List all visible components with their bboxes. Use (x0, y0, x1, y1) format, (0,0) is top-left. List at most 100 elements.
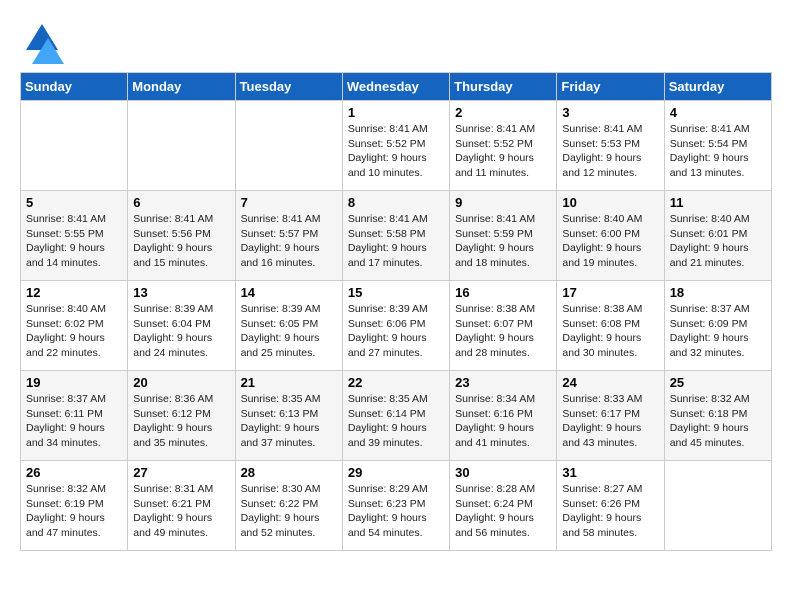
day-info: Sunrise: 8:41 AM Sunset: 5:57 PM Dayligh… (241, 212, 337, 271)
day-info: Sunrise: 8:40 AM Sunset: 6:01 PM Dayligh… (670, 212, 766, 271)
day-info: Sunrise: 8:41 AM Sunset: 5:52 PM Dayligh… (455, 122, 551, 181)
day-info: Sunrise: 8:41 AM Sunset: 5:59 PM Dayligh… (455, 212, 551, 271)
calendar-day-22: 22 Sunrise: 8:35 AM Sunset: 6:14 PM Dayli… (342, 371, 449, 461)
day-number: 20 (133, 375, 229, 390)
day-number: 7 (241, 195, 337, 210)
day-number: 15 (348, 285, 444, 300)
calendar-day-1: 1 Sunrise: 8:41 AM Sunset: 5:52 PM Daylig… (342, 101, 449, 191)
day-number: 26 (26, 465, 122, 480)
calendar-day-5: 5 Sunrise: 8:41 AM Sunset: 5:55 PM Daylig… (21, 191, 128, 281)
calendar-week-row: 12 Sunrise: 8:40 AM Sunset: 6:02 PM Dayli… (21, 281, 772, 371)
day-info: Sunrise: 8:38 AM Sunset: 6:07 PM Dayligh… (455, 302, 551, 361)
day-info: Sunrise: 8:40 AM Sunset: 6:02 PM Dayligh… (26, 302, 122, 361)
calendar-day-29: 29Sunrise: 8:29 AM Sunset: 6:23 PM Dayli… (342, 461, 449, 551)
day-number: 8 (348, 195, 444, 210)
calendar-day-16: 16 Sunrise: 8:38 AM Sunset: 6:07 PM Dayli… (450, 281, 557, 371)
day-info: Sunrise: 8:30 AM Sunset: 6:22 PM Dayligh… (241, 482, 337, 541)
day-number: 3 (562, 105, 658, 120)
day-info: Sunrise: 8:35 AM Sunset: 6:14 PM Dayligh… (348, 392, 444, 451)
calendar-day-9: 9 Sunrise: 8:41 AM Sunset: 5:59 PM Daylig… (450, 191, 557, 281)
day-number: 18 (670, 285, 766, 300)
calendar-day-31: 31 Sunrise: 8:27 AM Sunset: 6:26 PM Dayli… (557, 461, 664, 551)
day-number: 4 (670, 105, 766, 120)
calendar-empty-cell (235, 101, 342, 191)
day-info: Sunrise: 8:31 AM Sunset: 6:21 PM Dayligh… (133, 482, 229, 541)
calendar-day-15: 15 Sunrise: 8:39 AM Sunset: 6:06 PM Dayli… (342, 281, 449, 371)
day-info: Sunrise: 8:28 AM Sunset: 6:24 PM Dayligh… (455, 482, 551, 541)
day-number: 14 (241, 285, 337, 300)
day-info: Sunrise: 8:27 AM Sunset: 6:26 PM Dayligh… (562, 482, 658, 541)
day-info: Sunrise: 8:32 AM Sunset: 6:18 PM Dayligh… (670, 392, 766, 451)
day-info: Sunrise: 8:41 AM Sunset: 5:54 PM Dayligh… (670, 122, 766, 181)
calendar-day-10: 10 Sunrise: 8:40 AM Sunset: 6:00 PM Dayli… (557, 191, 664, 281)
day-info: Sunrise: 8:37 AM Sunset: 6:11 PM Dayligh… (26, 392, 122, 451)
calendar-day-26: 26 Sunrise: 8:32 AM Sunset: 6:19 PM Dayli… (21, 461, 128, 551)
day-number: 9 (455, 195, 551, 210)
day-info: Sunrise: 8:41 AM Sunset: 5:58 PM Dayligh… (348, 212, 444, 271)
calendar-week-row: 26 Sunrise: 8:32 AM Sunset: 6:19 PM Dayli… (21, 461, 772, 551)
day-number: 23 (455, 375, 551, 390)
calendar-week-row: 5 Sunrise: 8:41 AM Sunset: 5:55 PM Daylig… (21, 191, 772, 281)
day-header-friday: Friday (557, 73, 664, 101)
calendar-header-row: SundayMondayTuesdayWednesdayThursdayFrid… (21, 73, 772, 101)
calendar-week-row: 19 Sunrise: 8:37 AM Sunset: 6:11 PM Dayli… (21, 371, 772, 461)
day-header-saturday: Saturday (664, 73, 771, 101)
day-info: Sunrise: 8:34 AM Sunset: 6:16 PM Dayligh… (455, 392, 551, 451)
calendar-day-13: 13Sunrise: 8:39 AM Sunset: 6:04 PM Dayli… (128, 281, 235, 371)
day-number: 10 (562, 195, 658, 210)
day-info: Sunrise: 8:39 AM Sunset: 6:06 PM Dayligh… (348, 302, 444, 361)
day-number: 16 (455, 285, 551, 300)
page-header (20, 20, 772, 64)
logo (20, 20, 70, 64)
calendar-day-12: 12 Sunrise: 8:40 AM Sunset: 6:02 PM Dayli… (21, 281, 128, 371)
day-header-tuesday: Tuesday (235, 73, 342, 101)
day-number: 5 (26, 195, 122, 210)
day-info: Sunrise: 8:39 AM Sunset: 6:05 PM Dayligh… (241, 302, 337, 361)
day-number: 17 (562, 285, 658, 300)
day-info: Sunrise: 8:37 AM Sunset: 6:09 PM Dayligh… (670, 302, 766, 361)
day-header-monday: Monday (128, 73, 235, 101)
day-number: 22 (348, 375, 444, 390)
day-info: Sunrise: 8:38 AM Sunset: 6:08 PM Dayligh… (562, 302, 658, 361)
calendar-table: SundayMondayTuesdayWednesdayThursdayFrid… (20, 72, 772, 551)
day-number: 21 (241, 375, 337, 390)
day-number: 6 (133, 195, 229, 210)
day-info: Sunrise: 8:41 AM Sunset: 5:52 PM Dayligh… (348, 122, 444, 181)
day-info: Sunrise: 8:36 AM Sunset: 6:12 PM Dayligh… (133, 392, 229, 451)
calendar-day-2: 2Sunrise: 8:41 AM Sunset: 5:52 PM Daylig… (450, 101, 557, 191)
day-info: Sunrise: 8:35 AM Sunset: 6:13 PM Dayligh… (241, 392, 337, 451)
calendar-day-7: 7 Sunrise: 8:41 AM Sunset: 5:57 PM Daylig… (235, 191, 342, 281)
calendar-empty-cell (128, 101, 235, 191)
day-number: 19 (26, 375, 122, 390)
calendar-week-row: 1 Sunrise: 8:41 AM Sunset: 5:52 PM Daylig… (21, 101, 772, 191)
calendar-day-8: 8 Sunrise: 8:41 AM Sunset: 5:58 PM Daylig… (342, 191, 449, 281)
day-number: 1 (348, 105, 444, 120)
calendar-day-11: 11Sunrise: 8:40 AM Sunset: 6:01 PM Dayli… (664, 191, 771, 281)
day-header-thursday: Thursday (450, 73, 557, 101)
day-info: Sunrise: 8:41 AM Sunset: 5:55 PM Dayligh… (26, 212, 122, 271)
calendar-day-6: 6 Sunrise: 8:41 AM Sunset: 5:56 PM Daylig… (128, 191, 235, 281)
day-number: 27 (133, 465, 229, 480)
calendar-day-30: 30 Sunrise: 8:28 AM Sunset: 6:24 PM Dayli… (450, 461, 557, 551)
day-number: 12 (26, 285, 122, 300)
calendar-day-25: 25Sunrise: 8:32 AM Sunset: 6:18 PM Dayli… (664, 371, 771, 461)
day-header-wednesday: Wednesday (342, 73, 449, 101)
calendar-day-18: 18 Sunrise: 8:37 AM Sunset: 6:09 PM Dayli… (664, 281, 771, 371)
day-number: 31 (562, 465, 658, 480)
day-info: Sunrise: 8:32 AM Sunset: 6:19 PM Dayligh… (26, 482, 122, 541)
day-number: 28 (241, 465, 337, 480)
day-info: Sunrise: 8:39 AM Sunset: 6:04 PM Dayligh… (133, 302, 229, 361)
calendar-day-23: 23 Sunrise: 8:34 AM Sunset: 6:16 PM Dayli… (450, 371, 557, 461)
day-info: Sunrise: 8:40 AM Sunset: 6:00 PM Dayligh… (562, 212, 658, 271)
calendar-day-17: 17 Sunrise: 8:38 AM Sunset: 6:08 PM Dayli… (557, 281, 664, 371)
day-number: 30 (455, 465, 551, 480)
day-number: 24 (562, 375, 658, 390)
calendar-day-14: 14 Sunrise: 8:39 AM Sunset: 6:05 PM Dayli… (235, 281, 342, 371)
calendar-day-21: 21 Sunrise: 8:35 AM Sunset: 6:13 PM Dayli… (235, 371, 342, 461)
day-info: Sunrise: 8:41 AM Sunset: 5:53 PM Dayligh… (562, 122, 658, 181)
calendar-day-28: 28 Sunrise: 8:30 AM Sunset: 6:22 PM Dayli… (235, 461, 342, 551)
day-info: Sunrise: 8:41 AM Sunset: 5:56 PM Dayligh… (133, 212, 229, 271)
day-info: Sunrise: 8:33 AM Sunset: 6:17 PM Dayligh… (562, 392, 658, 451)
calendar-empty-cell (664, 461, 771, 551)
calendar-day-3: 3 Sunrise: 8:41 AM Sunset: 5:53 PM Daylig… (557, 101, 664, 191)
